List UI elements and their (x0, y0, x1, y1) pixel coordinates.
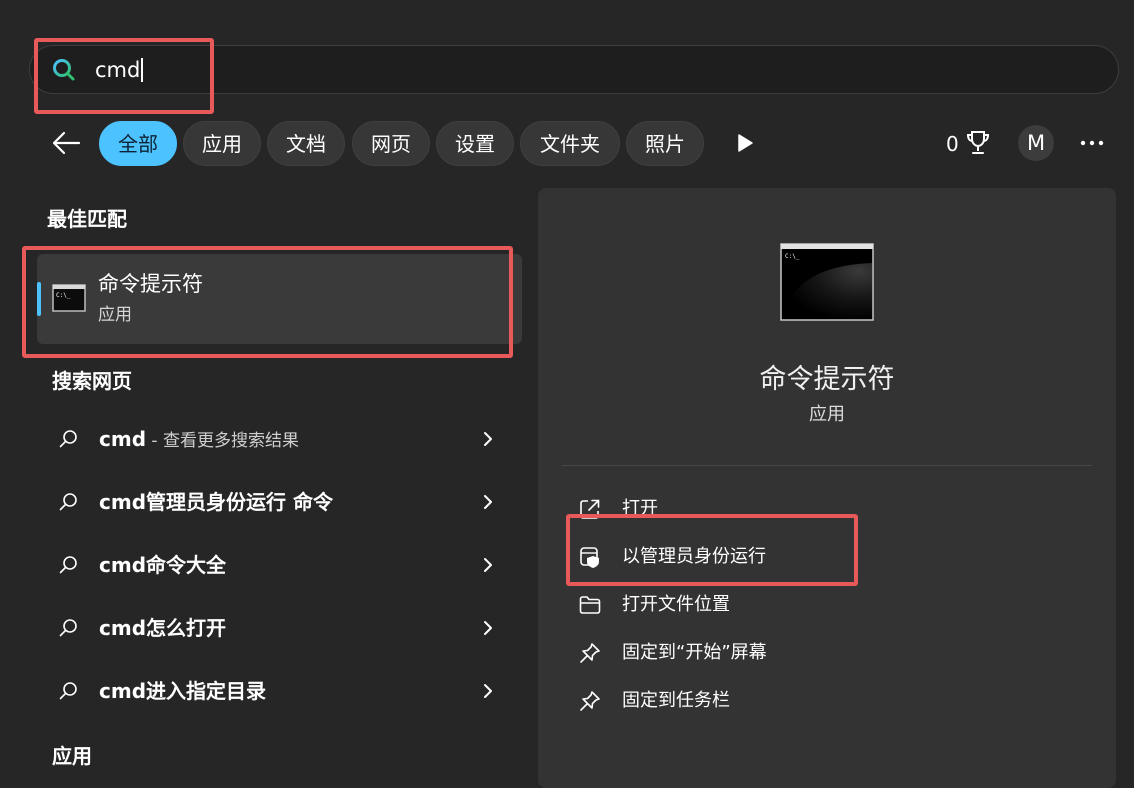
chevron-right-icon (484, 432, 492, 446)
tab-settings[interactable]: 设置 (436, 121, 514, 166)
svg-text:C:\_: C:\_ (56, 292, 71, 299)
details-app-type: 应用 (809, 404, 845, 425)
action-run-as-admin[interactable]: 以管理员身份运行 (570, 537, 1070, 577)
more-options-icon[interactable] (1076, 130, 1108, 156)
tab-all[interactable]: 全部 (99, 121, 177, 166)
apps-heading: 应用 (52, 744, 92, 768)
rewards-points: 0 (946, 132, 959, 156)
action-label: 打开文件位置 (622, 594, 730, 615)
trophy-icon[interactable] (964, 128, 992, 158)
web-result-text: cmd (99, 427, 147, 451)
tab-apps[interactable]: 应用 (183, 121, 261, 166)
search-icon (59, 556, 77, 574)
chevron-right-icon (484, 621, 492, 635)
web-result-text: cmd进入指定目录 (99, 679, 267, 703)
open-external-icon (580, 499, 600, 519)
web-result-item[interactable]: cmd - 查看更多搜索结果 (40, 411, 520, 467)
search-icon (59, 493, 77, 511)
command-prompt-icon: C:\_ (52, 284, 86, 312)
web-result-text: cmd怎么打开 (99, 616, 227, 640)
folder-icon (579, 596, 601, 614)
web-result-item[interactable]: cmd管理员身份运行 命令 (40, 474, 520, 530)
web-result-item[interactable]: cmd进入指定目录 (40, 663, 520, 719)
search-icon (59, 619, 77, 637)
divider (562, 465, 1092, 466)
web-result-text: cmd管理员身份运行 命令 (99, 490, 333, 514)
web-result-suffix: - 查看更多搜索结果 (146, 431, 299, 451)
text-caret (141, 58, 144, 82)
back-arrow-icon[interactable] (50, 126, 84, 160)
details-app-name: 命令提示符 (759, 364, 895, 395)
web-result-text: cmd命令大全 (99, 553, 227, 577)
search-icon (59, 682, 77, 700)
web-result-item[interactable]: cmd怎么打开 (40, 600, 520, 656)
pin-icon (580, 643, 600, 663)
svg-text:C:\_: C:\_ (785, 253, 800, 260)
tab-web[interactable]: 网页 (352, 121, 430, 166)
action-open-file-location[interactable]: 打开文件位置 (570, 585, 1070, 625)
best-match-heading: 最佳匹配 (47, 207, 127, 231)
search-icon (59, 430, 77, 448)
chevron-right-icon (484, 684, 492, 698)
pin-icon (580, 691, 600, 711)
chevron-right-icon (484, 558, 492, 572)
action-label: 以管理员身份运行 (622, 546, 766, 567)
action-pin-to-taskbar[interactable]: 固定到任务栏 (570, 681, 1070, 721)
search-input[interactable]: cmd (95, 55, 144, 85)
best-match-name: 命令提示符 (98, 272, 203, 296)
tab-photos[interactable]: 照片 (626, 121, 704, 166)
search-icon (53, 59, 75, 81)
chevron-right-icon (484, 495, 492, 509)
action-pin-to-start[interactable]: 固定到“开始”屏幕 (570, 633, 1070, 673)
search-query: cmd (95, 58, 141, 82)
web-search-heading: 搜索网页 (52, 369, 132, 393)
more-filters-play-icon[interactable] (733, 130, 757, 156)
account-avatar[interactable]: M (1018, 125, 1054, 161)
web-result-item[interactable]: cmd命令大全 (40, 537, 520, 593)
action-open[interactable]: 打开 (570, 489, 1070, 529)
action-label: 打开 (622, 498, 658, 519)
best-match-type: 应用 (98, 305, 132, 325)
tab-folders[interactable]: 文件夹 (520, 121, 620, 166)
shield-app-icon (580, 547, 599, 568)
action-label: 固定到任务栏 (622, 690, 730, 711)
command-prompt-large-icon: C:\_ (780, 243, 874, 321)
search-box[interactable] (29, 45, 1119, 94)
selection-indicator (37, 282, 41, 316)
action-label: 固定到“开始”屏幕 (622, 642, 767, 663)
tab-documents[interactable]: 文档 (267, 121, 345, 166)
